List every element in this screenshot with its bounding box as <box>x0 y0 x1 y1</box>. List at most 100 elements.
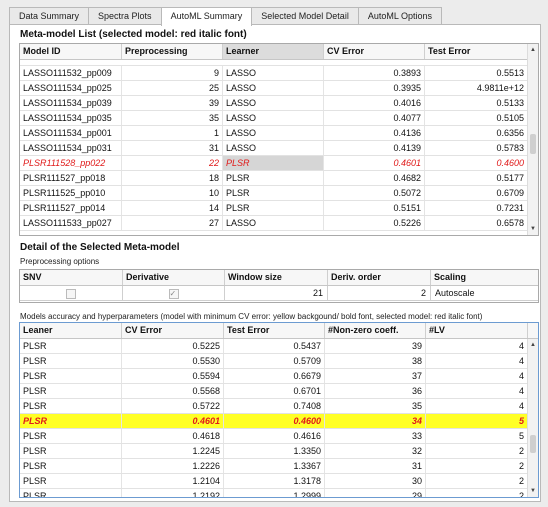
test-error-cell: 0.5437 <box>224 339 325 353</box>
table-row[interactable]: PLSR 0.5568 0.6701 36 4 <box>20 384 538 399</box>
test-error-cell: 0.5513 <box>425 66 528 80</box>
nonzero-coeff-cell: 31 <box>325 459 426 473</box>
preprocessing-cell: 39 <box>122 96 223 110</box>
learner-cell: LASSO <box>223 81 324 95</box>
col-nonzero-coeff[interactable]: #Non-zero coeff. <box>325 323 426 338</box>
preprocessing-cell: 10 <box>122 186 223 200</box>
table-row[interactable]: PLSR111527_pp018 18 PLSR 0.4682 0.5177 <box>20 171 538 186</box>
lv-cell: 2 <box>426 474 528 488</box>
col-snv: SNV <box>20 270 123 285</box>
table-row[interactable]: PLSR 0.4618 0.4616 33 5 <box>20 429 538 444</box>
table-row[interactable]: LASSO111534_pp001 1 LASSO 0.4136 0.6356 <box>20 126 538 141</box>
table-row[interactable]: PLSR 0.5225 0.5437 39 4 <box>20 339 538 354</box>
table-row[interactable]: LASSO111533_pp027 27 LASSO 0.5226 0.6578 <box>20 216 538 231</box>
col-cv-error[interactable]: CV Error <box>324 44 425 59</box>
lv-cell: 4 <box>426 399 528 413</box>
table-row[interactable]: PLSR111525_pp010 10 PLSR 0.5072 0.6709 <box>20 186 538 201</box>
tab-automl-options[interactable]: AutoML Options <box>357 7 443 25</box>
table-row[interactable]: PLSR 1.2226 1.3367 31 2 <box>20 459 538 474</box>
learner-cell: PLSR <box>223 171 324 185</box>
models-scroll-up-icon[interactable]: ▲ <box>529 341 537 349</box>
models-scrollbar[interactable]: ▲ ▼ <box>527 339 538 497</box>
table-row[interactable]: PLSR111527_pp014 14 PLSR 0.5151 0.7231 <box>20 201 538 216</box>
learner-cell: LASSO <box>223 141 324 155</box>
col-test-error[interactable]: Test Error <box>425 44 528 59</box>
cv-error-cell: 0.4016 <box>324 96 425 110</box>
cv-error-cell: 0.3935 <box>324 81 425 95</box>
table-row[interactable]: LASSO111534_pp025 25 LASSO 0.3935 4.9811e+12 <box>20 81 538 96</box>
table-row[interactable]: PLSR 1.2192 1.2999 29 2 <box>20 489 538 497</box>
learner-cell: PLSR <box>223 186 324 200</box>
cv-error-cell: 0.5594 <box>122 369 224 383</box>
scroll-up-icon[interactable]: ▲ <box>529 46 537 54</box>
scaling-value: Autoscale <box>435 288 475 298</box>
cv-error-cell: 1.2192 <box>122 489 224 497</box>
tab-data-summary[interactable]: Data Summary <box>9 7 90 25</box>
table-row[interactable]: PLSR 0.5594 0.6679 37 4 <box>20 369 538 384</box>
test-error-cell: 0.4600 <box>224 414 325 428</box>
tab-selected-model-detail[interactable]: Selected Model Detail <box>251 7 359 25</box>
models-table[interactable]: Leaner CV Error Test Error #Non-zero coe… <box>19 322 539 498</box>
scroll-down-icon[interactable]: ▼ <box>529 225 537 233</box>
table-row[interactable]: PLSR 1.2245 1.3350 32 2 <box>20 444 538 459</box>
preprocessing-header: SNV Derivative Window size Deriv. order … <box>20 270 538 286</box>
test-error-cell: 0.5177 <box>425 171 528 185</box>
lv-cell: 4 <box>426 384 528 398</box>
table-row-best[interactable]: PLSR 0.4601 0.4600 34 5 <box>20 414 538 429</box>
tab-automl-summary[interactable]: AutoML Summary <box>160 7 253 26</box>
preprocessing-cell: 27 <box>122 216 223 230</box>
cv-error-cell: 0.5072 <box>324 186 425 200</box>
col-lv[interactable]: #LV <box>426 323 528 338</box>
cv-error-cell: 0.4077 <box>324 111 425 125</box>
learner-cell: PLSR <box>20 444 122 458</box>
models-scroll-thumb[interactable] <box>530 435 536 453</box>
preprocessing-options-label: Preprocessing options <box>20 257 100 266</box>
col-learner[interactable]: Learner <box>223 44 324 59</box>
meta-model-table[interactable]: Model ID Preprocessing Learner CV Error … <box>19 43 539 236</box>
lv-cell: 5 <box>426 429 528 443</box>
col-model-id[interactable]: Model ID <box>20 44 122 59</box>
learner-cell: PLSR <box>20 339 122 353</box>
snv-checkbox[interactable] <box>66 288 76 299</box>
table-row[interactable]: PLSR 0.5530 0.5709 38 4 <box>20 354 538 369</box>
lv-cell: 2 <box>426 489 528 497</box>
col-models-cv-error[interactable]: CV Error <box>122 323 224 338</box>
preprocessing-options-table: SNV Derivative Window size Deriv. order … <box>19 269 539 303</box>
cv-error-cell: 0.4601 <box>324 156 425 170</box>
learner-cell: PLSR <box>20 489 122 497</box>
cv-error-cell: 0.5226 <box>324 216 425 230</box>
col-leaner[interactable]: Leaner <box>20 323 122 338</box>
col-models-test-error[interactable]: Test Error <box>224 323 325 338</box>
table-row[interactable]: LASSO111534_pp039 39 LASSO 0.4016 0.5133 <box>20 96 538 111</box>
derivative-cell <box>123 286 225 301</box>
derivative-checkbox[interactable] <box>168 287 179 301</box>
meta-model-scrollbar[interactable]: ▲ ▼ <box>527 44 538 235</box>
table-row[interactable]: PLSR 0.5722 0.7408 35 4 <box>20 399 538 414</box>
col-preprocessing[interactable]: Preprocessing <box>122 44 223 59</box>
models-scroll-down-icon[interactable]: ▼ <box>529 487 537 495</box>
tab-spectra-plots[interactable]: Spectra Plots <box>88 7 162 25</box>
preprocessing-cell: 35 <box>122 111 223 125</box>
test-error-cell: 0.5105 <box>425 111 528 125</box>
table-row[interactable]: PLSR 1.2104 1.3178 30 2 <box>20 474 538 489</box>
automl-summary-panel: Meta-model List (selected model: red ita… <box>9 24 541 502</box>
meta-model-list-title: Meta-model List (selected model: red ita… <box>20 29 247 40</box>
table-row[interactable]: LASSO111534_pp035 35 LASSO 0.4077 0.5105 <box>20 111 538 126</box>
table-row-selected[interactable]: PLSR111528_pp022 22 PLSR 0.4601 0.4600 <box>20 156 538 171</box>
col-scaling: Scaling <box>434 272 467 282</box>
nonzero-coeff-cell: 39 <box>325 339 426 353</box>
table-row[interactable]: LASSO111532_pp009 9 LASSO 0.3893 0.5513 <box>20 66 538 81</box>
table-row[interactable]: LASSO111534_pp031 31 LASSO 0.4139 0.5783 <box>20 141 538 156</box>
test-error-cell: 1.3350 <box>224 444 325 458</box>
nonzero-coeff-cell: 30 <box>325 474 426 488</box>
nonzero-coeff-cell: 37 <box>325 369 426 383</box>
detail-title: Detail of the Selected Meta-model <box>20 242 180 253</box>
model-id-cell: LASSO111534_pp001 <box>20 126 122 140</box>
learner-cell: LASSO <box>223 96 324 110</box>
model-id-cell: PLSR111527_pp018 <box>20 171 122 185</box>
tab-bar: Data Summary Spectra Plots AutoML Summar… <box>9 7 443 26</box>
scroll-thumb[interactable] <box>530 134 536 154</box>
test-error-cell: 0.5709 <box>224 354 325 368</box>
preprocessing-cell: 18 <box>122 171 223 185</box>
cv-error-cell: 0.5722 <box>122 399 224 413</box>
